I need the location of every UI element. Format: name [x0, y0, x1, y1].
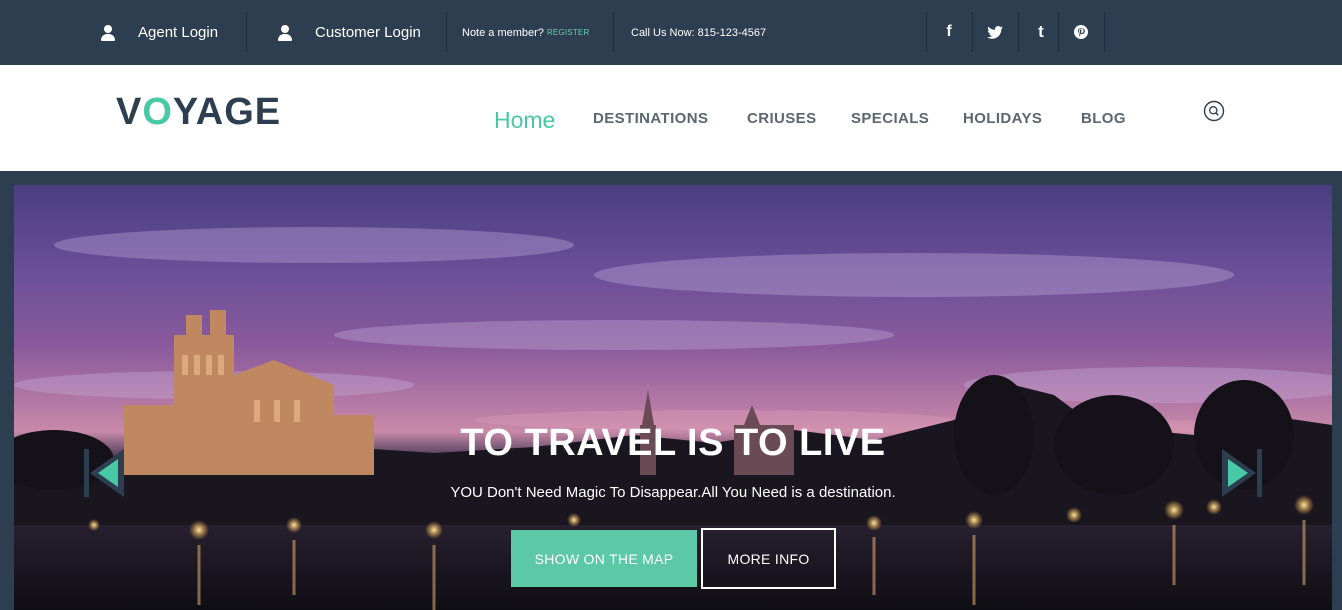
site-header: VOYAGE Home DESTINATIONS CRIUSES SPECIAL… — [0, 65, 1342, 171]
divider — [1104, 12, 1105, 52]
nav-holidays[interactable]: HOLIDAYS — [963, 65, 1042, 171]
show-map-button[interactable]: SHOW ON THE MAP — [511, 530, 697, 587]
nav-blog[interactable]: BLOG — [1081, 65, 1126, 171]
hero-subtitle: YOU Don't Need Magic To Disappear.All Yo… — [450, 484, 896, 501]
customer-login-label: Customer Login — [315, 24, 421, 41]
divider — [613, 12, 614, 52]
next-arrow-icon[interactable] — [1222, 449, 1262, 497]
user-icon — [101, 24, 115, 41]
agent-login-label: Agent Login — [138, 24, 219, 41]
divider — [246, 12, 247, 52]
logo-rest: YAGE — [172, 91, 282, 133]
nav-specials[interactable]: SPECIALS — [851, 65, 929, 171]
hero-title: TO TRAVEL IS TO LIVE — [460, 422, 886, 464]
agent-login-link[interactable]: Agent Login — [101, 0, 218, 65]
member-text: Note a member? — [462, 26, 544, 39]
nav-destinations[interactable]: DESTINATIONS — [593, 65, 708, 171]
tumblr-glyph: t — [1038, 22, 1044, 41]
twitter-icon[interactable] — [972, 12, 1018, 52]
nav-cruises[interactable]: CRIUSES — [747, 65, 816, 171]
logo-letter: V — [116, 91, 143, 133]
top-bar: Agent Login Customer Login Note a member… — [0, 0, 1342, 65]
logo-accent-letter: O — [142, 91, 173, 133]
call-text: Call Us Now: 815-123-4567 — [631, 26, 767, 39]
twitter-glyph — [987, 25, 1003, 39]
user-icon — [278, 24, 292, 41]
hero-slider: TO TRAVEL IS TO LIVE YOU Don't Need Magi… — [14, 185, 1332, 610]
search-icon[interactable] — [1203, 100, 1225, 122]
facebook-icon[interactable]: f — [926, 12, 972, 52]
member-prompt: Note a member? REGISTER — [462, 0, 589, 65]
pinterest-icon[interactable] — [1058, 12, 1104, 52]
pinterest-glyph — [1074, 25, 1088, 39]
prev-arrow-icon[interactable] — [84, 449, 124, 497]
customer-login-link[interactable]: Customer Login — [278, 0, 421, 65]
call-info: Call Us Now: 815-123-4567 — [631, 0, 766, 65]
facebook-glyph: f — [946, 23, 952, 40]
register-link[interactable]: REGISTER — [547, 28, 590, 37]
site-logo[interactable]: VOYAGE — [116, 91, 281, 134]
nav-home[interactable]: Home — [494, 67, 555, 173]
divider — [446, 12, 447, 52]
more-info-button[interactable]: MORE INFO — [701, 528, 836, 589]
